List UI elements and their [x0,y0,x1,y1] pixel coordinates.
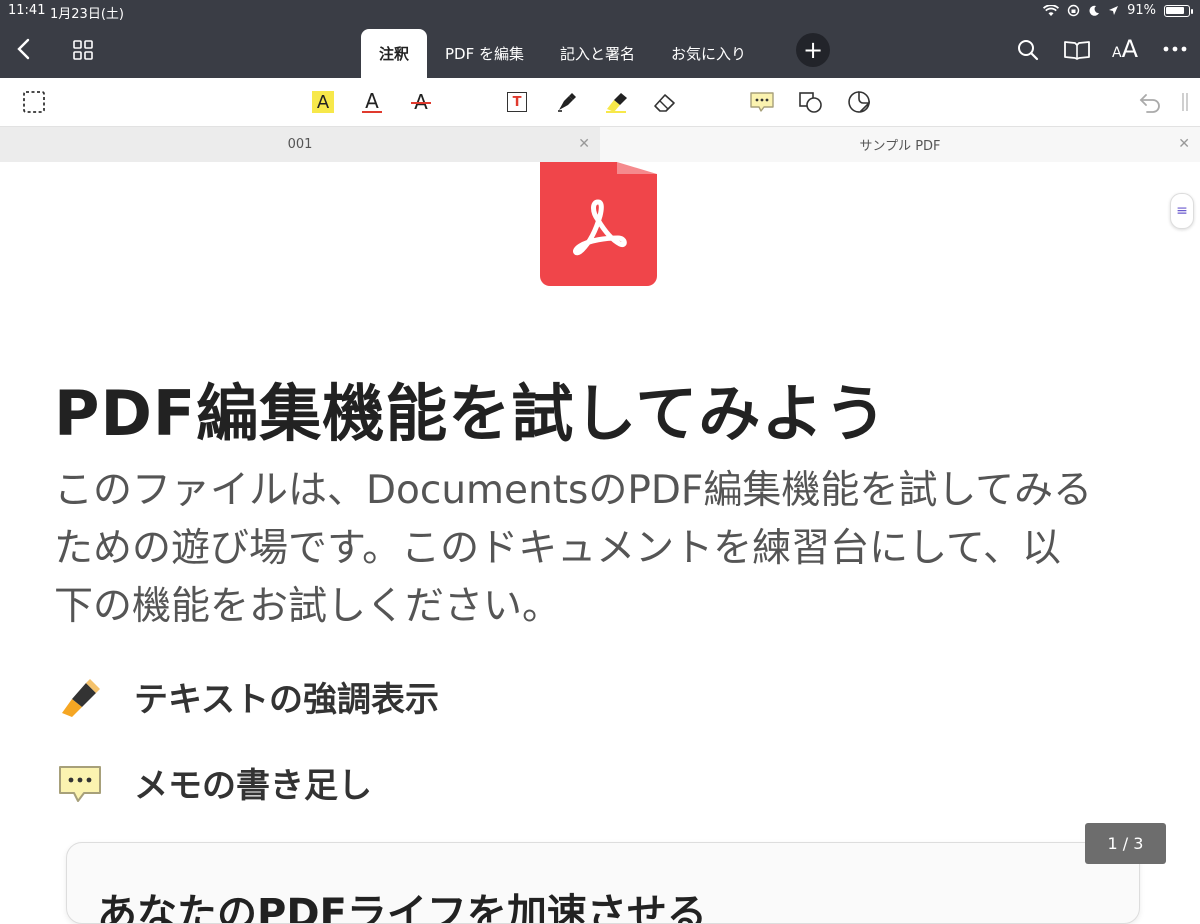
pdf-logo-image [540,162,657,286]
document-tabs: 001 ✕ サンプル PDF ✕ [0,127,1200,162]
text-box-tool[interactable]: T [503,78,531,126]
highlight-letter: A [316,91,330,113]
highlight-text-tool[interactable]: A [309,78,337,126]
wifi-icon [1043,4,1060,16]
doc-tab-sample-pdf[interactable]: サンプル PDF ✕ [600,127,1200,162]
shapes-tool[interactable] [797,78,825,126]
more-icon[interactable] [1163,46,1187,52]
pen-icon [558,93,576,112]
strikethrough-text-icon: A [411,92,431,112]
feature-item-note: メモの書き足し [56,758,372,807]
annotation-toolbar: A A A T [0,78,1200,127]
plus-icon: + [802,36,824,64]
doc-tab-label: 001 [287,137,313,152]
outline-toggle-button[interactable]: ≡ [1170,193,1194,229]
status-time: 11:41 [8,3,46,18]
doc-tab-001[interactable]: 001 ✕ [0,127,600,162]
drag-handle-icon [1182,93,1188,111]
grid-icon[interactable] [73,40,93,60]
book-icon[interactable] [1063,40,1091,60]
tab-edit-pdf[interactable]: PDF を編集 [427,29,542,78]
battery-icon [1164,4,1193,17]
close-icon[interactable]: ✕ [578,136,590,152]
undo-tool[interactable] [1136,78,1164,126]
intro-line: このファイルは、DocumentsのPDF編集機能を試してみる [54,468,1093,513]
sticker-tool[interactable] [845,78,873,126]
marquee-select-icon [23,91,45,113]
underline-text-tool[interactable]: A [358,78,386,126]
doc-tab-label: サンプル PDF [859,139,941,154]
textbox-letter: T [512,94,522,110]
promo-card: あなたのPDFライフを加速させる [66,842,1140,924]
status-bar: 11:41 1月23日(土) 91% [0,0,1200,22]
pdf-logo-fold [617,162,657,174]
page-title: PDF編集機能を試してみよう [54,377,888,450]
status-right: 91% [1043,3,1193,18]
intro-line: ための遊び場です。このドキュメントを練習台にして、以 [54,526,1061,571]
status-date: 1月23日(土) [50,7,124,22]
highlighter-icon [606,93,627,113]
feature-label: テキストの強調表示 [134,680,439,720]
close-icon[interactable]: ✕ [1178,136,1190,152]
acrobat-icon [573,199,627,256]
note-icon [59,765,101,802]
select-area-tool[interactable] [20,78,48,126]
text-size-icon[interactable]: AA [1112,37,1138,65]
toolbar-collapse-handle[interactable] [1178,78,1192,126]
feature-label: メモの書き足し [134,766,372,806]
orientation-lock-icon [1067,4,1080,17]
eraser-icon [654,94,675,112]
intro-paragraph: このファイルは、DocumentsのPDF編集機能を試してみる ための遊び場です… [54,462,1144,636]
list-icon: ≡ [1176,203,1188,219]
pen-tool[interactable] [553,78,581,126]
highlighter-icon [62,678,100,717]
card-title: あなたのPDFライフを加速させる [97,891,707,924]
highlighter-tool[interactable] [603,78,631,126]
underline-text-icon: A [362,91,382,113]
eraser-tool[interactable] [651,78,679,126]
text-box-icon: T [507,92,527,112]
sticker-icon [848,91,871,113]
search-icon[interactable] [1017,39,1039,61]
shapes-icon [799,92,822,113]
add-tab-button[interactable]: + [796,33,830,67]
tab-fill-sign[interactable]: 記入と署名 [542,29,653,78]
tab-annotate[interactable]: 注釈 [361,29,428,78]
intro-line: 下の機能をお試しください。 [54,584,562,629]
back-chevron-icon[interactable] [15,38,33,60]
note-tool[interactable] [748,78,776,126]
feature-item-highlight: テキストの強調表示 [56,672,439,721]
top-bar: 11:41 1月23日(土) 91% 注釈 PDF を編集 記入と署名 お気に入… [0,0,1200,78]
mode-tabs: 注釈 PDF を編集 記入と署名 お気に入り [361,29,764,78]
location-icon [1109,6,1119,15]
battery-percent: 91% [1127,3,1156,18]
undo-icon [1139,94,1160,113]
battery-fill [1166,6,1184,14]
note-icon [750,92,774,112]
moon-icon [1089,5,1100,16]
strikethrough-text-tool[interactable]: A [407,78,435,126]
highlight-text-icon: A [312,91,334,113]
underline-letter: A [365,89,379,113]
page-indicator: 1 / 3 [1085,823,1166,864]
tab-favorites[interactable]: お気に入り [653,29,764,78]
